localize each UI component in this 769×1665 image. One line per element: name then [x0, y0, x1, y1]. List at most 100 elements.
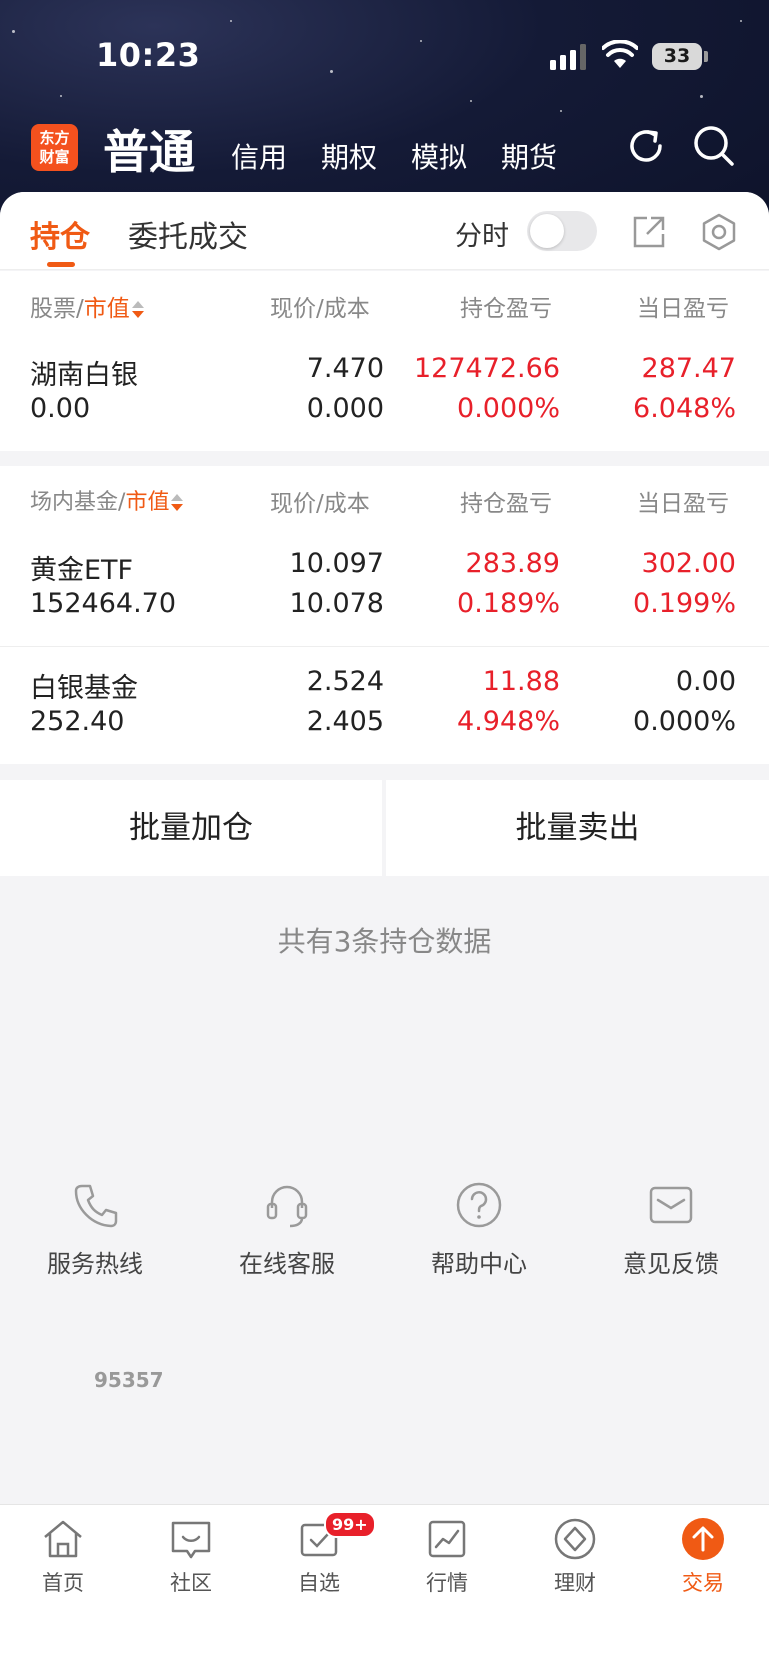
holdings-panel: 持仓 委托成交 分时 股票/市值 现价/成本 持仓盈亏 当日盈亏 湖南白银 0.…: [0, 192, 769, 1665]
phone-icon: [74, 1184, 118, 1228]
chart-line-icon: [428, 1520, 466, 1558]
position-pl-pct: 0.000%: [457, 393, 560, 424]
service-hotline[interactable]: 服务热线: [0, 1178, 190, 1279]
arrow-up-circle-icon: [682, 1518, 724, 1560]
tab-holdings[interactable]: 持仓: [30, 212, 90, 256]
batch-sell-button[interactable]: 批量卖出: [386, 780, 769, 876]
col-header-fund-label: 场内基金: [30, 490, 119, 515]
stock-holdings-section: 股票/市值 现价/成本 持仓盈亏 当日盈亏 湖南白银 0.00 7.470 0.…: [0, 271, 769, 451]
day-pl: 0.00: [675, 666, 736, 697]
active-tab-underline: [47, 262, 75, 267]
nav-tab-options[interactable]: 期权: [321, 136, 377, 176]
toggle-knob: [530, 214, 564, 248]
col-header-name[interactable]: 场内基金/市值: [30, 484, 184, 516]
service-feedback-label: 意见反馈: [623, 1250, 719, 1278]
current-price: 10.097: [289, 548, 384, 579]
nav-tab-simulated[interactable]: 模拟: [411, 136, 467, 176]
share-icon[interactable]: [629, 212, 669, 252]
col-header-day-pl: 当日盈亏: [637, 491, 729, 517]
service-online-support[interactable]: 在线客服: [192, 1178, 382, 1279]
hotline-number: 95357: [94, 1368, 164, 1392]
tab-home-label: 首页: [42, 1571, 84, 1595]
holdings-count-text: 共有3条持仓数据: [277, 925, 492, 958]
bottom-tab-bar: 首页 社区 99+ 自选 行情 理财 交易: [0, 1504, 769, 1665]
tab-community[interactable]: 社区: [141, 1515, 241, 1597]
batch-add-button[interactable]: 批量加仓: [0, 780, 382, 876]
position-pl: 283.89: [465, 548, 560, 579]
col-header-stock-label: 股票: [30, 296, 76, 322]
nav-tab-credit[interactable]: 信用: [231, 136, 287, 176]
tab-market[interactable]: 行情: [397, 1515, 497, 1597]
header-fade: [729, 482, 769, 516]
day-pl: 287.47: [641, 353, 736, 384]
holdings-subtabs: 持仓 委托成交 分时: [0, 192, 769, 270]
status-time: 10:23: [96, 36, 201, 74]
battery-nub: [704, 51, 708, 62]
sort-icon: [131, 300, 144, 319]
position-pl: 11.88: [482, 666, 560, 697]
col-header-price-cost: 现价/成本: [270, 491, 370, 517]
position-pl-pct: 0.189%: [457, 588, 560, 619]
day-pl: 302.00: [641, 548, 736, 579]
day-pl-pct: 0.000%: [633, 706, 736, 737]
app-logo: 东方 财富: [31, 124, 78, 171]
tab-watchlist[interactable]: 99+ 自选: [269, 1511, 376, 1597]
market-value: 152464.70: [30, 588, 177, 619]
fenshi-label: 分时: [455, 221, 509, 252]
nav-tab-futures[interactable]: 期货: [501, 136, 557, 176]
service-help-center[interactable]: 帮助中心: [384, 1178, 574, 1279]
mail-feedback-icon: [649, 1186, 693, 1224]
market-value: 252.40: [30, 706, 125, 737]
tab-home[interactable]: 首页: [13, 1515, 113, 1597]
col-header-market-value: 市值: [83, 296, 130, 322]
service-feedback[interactable]: 意见反馈: [576, 1178, 766, 1279]
service-help-label: 帮助中心: [431, 1250, 527, 1278]
chat-bubble-icon: [171, 1521, 211, 1559]
refresh-icon[interactable]: [624, 124, 668, 168]
col-header-position-pl: 持仓盈亏: [460, 491, 552, 517]
service-hotline-label: 服务热线: [47, 1250, 143, 1278]
logo-text-2: 财富: [39, 148, 70, 166]
search-icon[interactable]: [692, 124, 736, 168]
cost-price: 10.078: [289, 588, 384, 619]
fund-name: 白银基金: [30, 673, 138, 704]
tab-wealth-label: 理财: [554, 1571, 596, 1595]
tab-market-label: 行情: [426, 1571, 468, 1595]
position-pl-pct: 4.948%: [457, 706, 560, 737]
account-type-nav: 东方 财富 普通 信用 期权 模拟 期货: [0, 112, 769, 188]
col-header-name[interactable]: 股票/市值: [30, 289, 144, 323]
col-header-market-value: 市值: [125, 490, 170, 515]
sort-icon: [171, 494, 184, 512]
current-price: 2.524: [306, 666, 384, 697]
row-divider: [0, 646, 769, 647]
diamond-coin-icon: [554, 1518, 596, 1560]
cost-price: 0.000: [306, 393, 384, 424]
settings-gear-icon[interactable]: [699, 212, 739, 252]
tab-wealth[interactable]: 理财: [525, 1515, 625, 1597]
fenshi-toggle[interactable]: [527, 211, 597, 251]
status-bar: 10:23 33: [0, 0, 769, 110]
fund-name: 黄金ETF: [30, 555, 134, 586]
col-header-day-pl: 当日盈亏: [637, 296, 729, 322]
tab-watchlist-label: 自选: [298, 1571, 340, 1595]
day-pl-pct: 0.199%: [633, 588, 736, 619]
service-online-label: 在线客服: [239, 1250, 335, 1278]
current-price: 7.470: [306, 353, 384, 384]
col-header-position-pl: 持仓盈亏: [460, 296, 552, 322]
batch-actions: 批量加仓 批量卖出: [0, 780, 769, 876]
tab-orders[interactable]: 委托成交: [128, 212, 248, 256]
position-pl: 127472.66: [413, 353, 560, 384]
logo-text-1: 东方: [39, 129, 70, 147]
stock-name: 湖南白银: [30, 360, 138, 391]
cost-price: 2.405: [306, 706, 384, 737]
home-icon: [44, 1520, 82, 1558]
header-fade: [729, 287, 769, 321]
tab-community-label: 社区: [170, 1571, 212, 1595]
tab-trade[interactable]: 交易: [653, 1515, 753, 1597]
tab-trade-label: 交易: [682, 1571, 724, 1595]
market-value: 0.00: [30, 393, 91, 424]
wifi-icon: [602, 40, 638, 68]
col-header-price-cost: 现价/成本: [270, 296, 370, 322]
nav-tab-normal[interactable]: 普通: [103, 116, 195, 182]
help-question-icon: [456, 1182, 502, 1228]
